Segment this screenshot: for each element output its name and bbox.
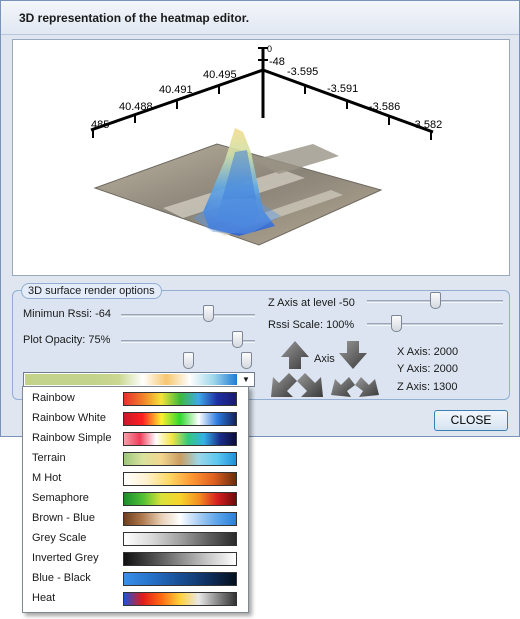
rotate-down-arrow-icon: [339, 341, 367, 369]
rotate-down-right-arrow-icon: [297, 373, 323, 397]
z-axis-level-slider-thumb[interactable]: [429, 292, 441, 309]
rssi-scale-slider-thumb[interactable]: [391, 315, 403, 332]
palette-option[interactable]: Brown - Blue: [23, 509, 248, 529]
palette-swatch: [123, 592, 237, 606]
palette-option-label: Terrain: [32, 452, 66, 464]
min-rssi-track[interactable]: [121, 314, 255, 317]
z-axis-level-label: Z Axis at level -50: [268, 297, 355, 309]
3d-view[interactable]: 0 -48 40.495 40.491 40.488 485 -3.595 -3…: [12, 39, 510, 276]
palette-swatch: [123, 392, 237, 406]
rssi-scale-label: Rssi Scale: 100%: [268, 319, 355, 331]
palette-option[interactable]: Heat: [23, 589, 248, 609]
right-tick-0: -3.595: [287, 66, 318, 78]
3d-scene[interactable]: 0 -48 40.495 40.491 40.488 485 -3.595 -3…: [13, 40, 509, 275]
plot-opacity-label: Plot Opacity: 75%: [23, 334, 111, 346]
palette-option[interactable]: Blue - Black: [23, 569, 248, 589]
left-tick-0: 40.495: [203, 69, 237, 81]
left-tick-3: 485: [91, 119, 109, 131]
palette-swatch: [123, 412, 237, 426]
palette-option-label: Rainbow White: [32, 412, 106, 424]
palette-option[interactable]: Semaphore: [23, 489, 248, 509]
palette-option-label: Rainbow: [32, 392, 75, 404]
right-tick-1: -3.591: [327, 83, 358, 95]
vertical-tick-0: 0: [267, 44, 272, 54]
window-title: 3D representation of the heatmap editor.: [1, 1, 519, 35]
editor-window: 3D representation of the heatmap editor.: [0, 0, 520, 437]
palette-option-label: M Hot: [32, 472, 62, 484]
plot-opacity-slider-thumb[interactable]: [232, 331, 244, 348]
axis-label: Axis: [314, 353, 335, 365]
palette-option-label: Heat: [32, 592, 56, 604]
palette-option-label: Blue - Black: [32, 572, 91, 584]
palette-option[interactable]: Inverted Grey: [23, 549, 248, 569]
palette-swatch: [123, 572, 237, 586]
right-tick-2: -3.586: [369, 101, 400, 113]
y-axis-value: Y Axis: 2000: [397, 363, 458, 375]
palette-option-label: Brown - Blue: [32, 512, 95, 524]
left-tick-1: 40.491: [159, 84, 193, 96]
rotate-down-left-arrow-icon: [271, 373, 297, 397]
min-rssi-label: Minimun Rssi: -64: [23, 308, 112, 320]
close-button[interactable]: CLOSE: [434, 410, 508, 431]
color-range-low-thumb[interactable]: [182, 352, 194, 369]
x-axis-value: X Axis: 2000: [397, 346, 459, 358]
right-tick-3: -3.582: [411, 119, 442, 131]
chevron-down-icon[interactable]: ▼: [239, 374, 253, 385]
palette-swatch: [123, 492, 237, 506]
palette-combobox[interactable]: ▼: [23, 372, 255, 387]
rotate-left-arrow-icon: [331, 377, 355, 397]
min-rssi-slider-thumb[interactable]: [202, 305, 214, 322]
palette-swatch: [123, 532, 237, 546]
rotate-up-arrow-icon: [281, 341, 309, 369]
rssi-scale-track[interactable]: [367, 323, 503, 326]
vertical-tick-1: -48: [269, 56, 285, 68]
palette-option[interactable]: Rainbow Simple: [23, 429, 248, 449]
color-range-high-thumb[interactable]: [241, 352, 253, 369]
palette-option-label: Grey Scale: [32, 532, 87, 544]
group-legend: 3D surface render options: [21, 283, 162, 299]
palette-swatch: [123, 432, 237, 446]
palette-combo-swatch: [25, 374, 237, 385]
palette-swatch: [123, 552, 237, 566]
palette-swatch: [123, 512, 237, 526]
rotate-right-arrow-icon: [355, 377, 379, 397]
z-axis-value: Z Axis: 1300: [397, 381, 458, 393]
palette-swatch: [123, 472, 237, 486]
palette-option-label: Inverted Grey: [32, 552, 99, 564]
left-tick-2: 40.488: [119, 101, 153, 113]
palette-option[interactable]: Terrain: [23, 449, 248, 469]
palette-option[interactable]: Rainbow: [23, 389, 248, 409]
palette-option[interactable]: M Hot: [23, 469, 248, 489]
palette-option[interactable]: Grey Scale: [23, 529, 248, 549]
palette-option-label: Rainbow Simple: [32, 432, 112, 444]
axis-rotation-controls[interactable]: [269, 339, 385, 401]
palette-dropdown-list: Rainbow Rainbow White Rainbow Simple Terrai…: [22, 386, 249, 613]
palette-option[interactable]: Rainbow White: [23, 409, 248, 429]
palette-swatch: [123, 452, 237, 466]
palette-option-label: Semaphore: [32, 492, 89, 504]
